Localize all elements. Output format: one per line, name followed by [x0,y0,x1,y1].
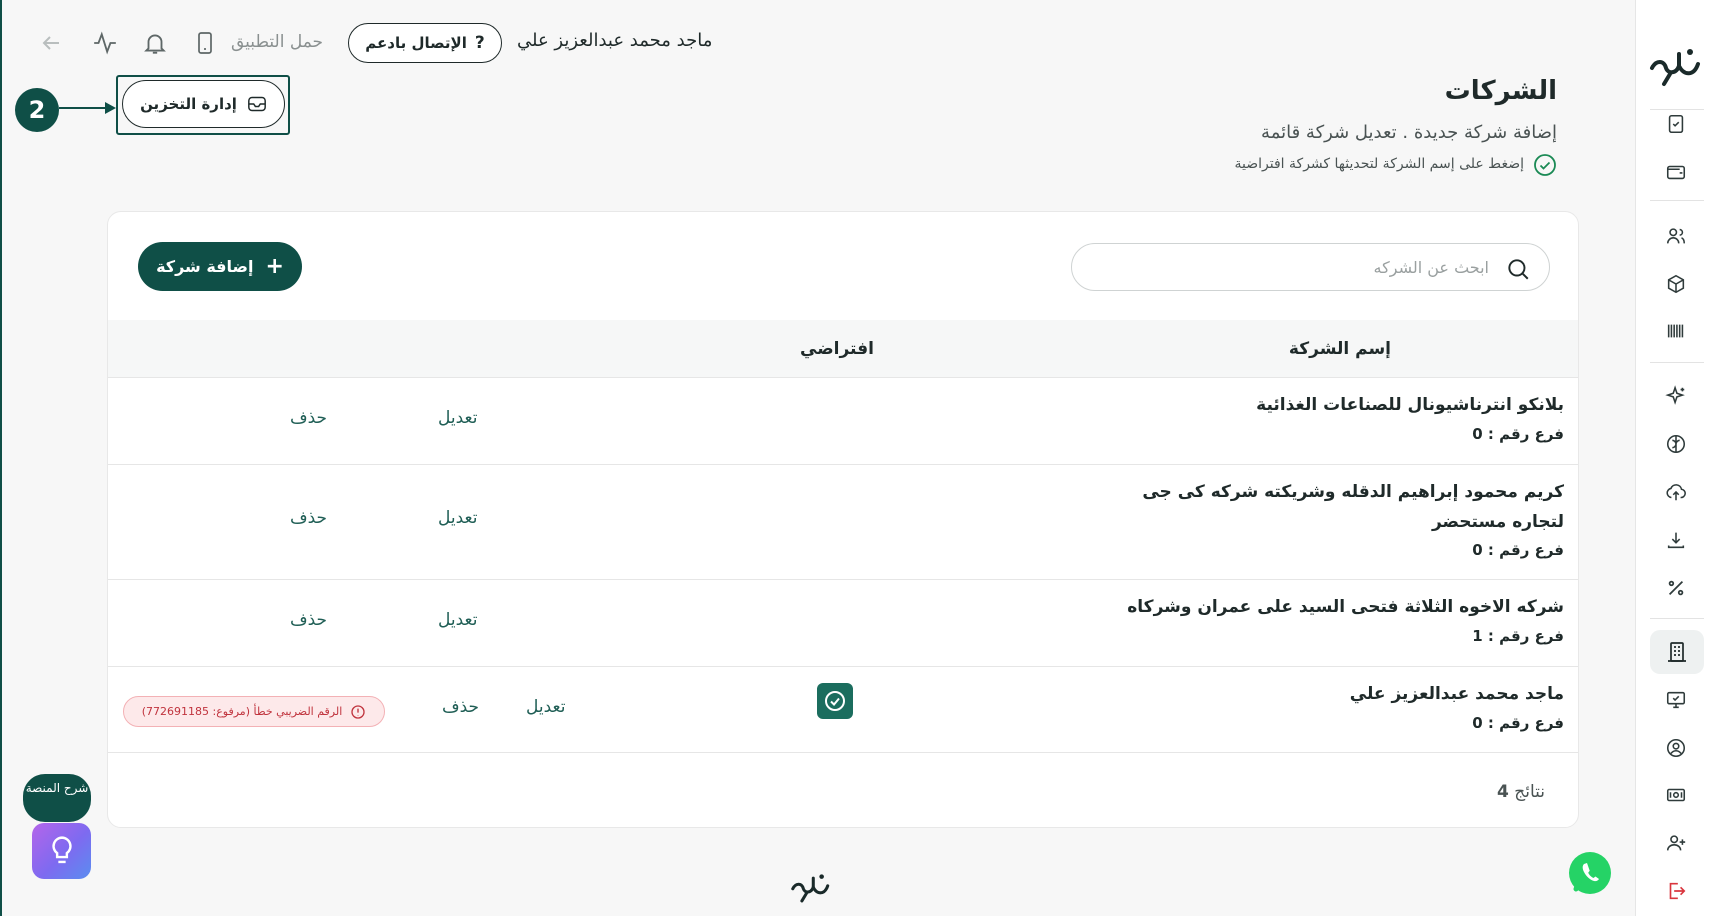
branch-number: فرع رقم : 0 [1472,425,1564,443]
user-plus-icon[interactable] [1660,827,1692,859]
edit-link[interactable]: تعديل [438,610,477,630]
sidebar-divider [1650,618,1704,619]
companies-card: إضافة شركة + إسم الشركة افتراضي بلانكو ا… [107,211,1579,828]
percent-icon[interactable] [1660,572,1692,604]
platform-explain-bubble[interactable]: شرح المنصة [23,774,91,822]
app-frame: حمل التطبيق الإتصال بادعم ? ماجد محمد عب… [0,0,1717,916]
question-mark-icon: ? [474,33,485,53]
results-number: 4 [1497,782,1509,802]
page-hint: إضغط على إسم الشركة لتحديثها كشركة افترا… [1234,156,1524,172]
default-company-check-icon[interactable] [817,683,853,719]
column-header-company-name: إسم الشركة [1288,339,1391,359]
tax-number-error-badge: الرقم الضريبي خطأ (مرفوع: 772691185) [123,696,385,727]
table-row[interactable]: بلانكو انترناشيونال للصناعات الغذائية فر… [108,378,1578,465]
storage-management-button[interactable]: إدارة التخزين [122,80,285,128]
table-row[interactable]: كريم محمود إبراهيم الدقله وشريكته شركه ك… [108,465,1578,580]
delete-link[interactable]: حذف [290,408,327,428]
sidebar-divider [1650,200,1704,201]
step-pointer-arrow-icon [59,102,116,114]
results-count: 4 نتائج [1497,782,1545,802]
branch-number: فرع رقم : 0 [1472,541,1564,559]
activity-icon[interactable] [90,28,120,58]
footer-brand-logo [791,874,830,903]
download-icon[interactable] [1660,524,1692,556]
cloud-upload-icon[interactable] [1660,476,1692,508]
company-name[interactable]: شركه الاخوه الثلاثة فتحى السيد على عمران… [1127,592,1564,622]
clipboard-check-icon[interactable] [1660,108,1692,140]
page-title: الشركات [1444,76,1557,106]
brand-logo[interactable] [1646,38,1706,88]
sidebar [1635,0,1717,916]
contact-support-button[interactable]: الإتصال بادعم ? [348,23,502,63]
edit-link[interactable]: تعديل [526,697,565,717]
add-company-label: إضافة شركة [156,257,254,276]
storage-management-label: إدارة التخزين [140,95,237,113]
current-user-name: ماجد محمد عبدالعزيز علي [517,30,713,51]
support-button-label: الإتصال بادعم [365,34,467,52]
tax-number-error-text: الرقم الضريبي خطأ (مرفوع: 772691185) [141,705,343,718]
inbox-icon [248,96,266,112]
company-name[interactable]: ماجد محمد عبدالعزيز علي [1350,679,1564,709]
sidebar-divider [1650,362,1704,363]
building-icon[interactable] [1650,630,1704,674]
mobile-phone-icon[interactable] [190,28,220,58]
add-company-button[interactable]: إضافة شركة + [138,242,302,291]
search-input[interactable] [1092,254,1489,280]
monitor-icon[interactable] [1660,684,1692,716]
logout-icon[interactable] [1660,875,1692,907]
column-header-default: افتراضي [800,339,874,359]
step-number-badge: 2 [15,88,59,132]
company-name[interactable]: كريم محمود إبراهيم الدقله وشريكته شركه ك… [1124,477,1564,537]
table-row[interactable]: ماجد محمد عبدالعزيز علي فرع رقم : 0 تعدي… [108,667,1578,753]
lightbulb-icon [51,836,72,864]
download-app-link[interactable]: حمل التطبيق [231,32,323,52]
search-icon[interactable] [1505,256,1531,282]
cash-icon[interactable] [1660,779,1692,811]
alert-circle-icon [351,704,365,719]
whatsapp-icon[interactable] [1566,849,1614,897]
sparkle-icon[interactable] [1660,380,1692,412]
lightbulb-help-button[interactable] [32,823,91,879]
users-icon[interactable] [1660,220,1692,252]
box-icon[interactable] [1660,268,1692,300]
branch-number: فرع رقم : 1 [1472,627,1564,645]
branch-number: فرع رقم : 0 [1472,714,1564,732]
edit-link[interactable]: تعديل [438,408,477,428]
delete-link[interactable]: حذف [290,610,327,630]
table-header: إسم الشركة افتراضي [108,320,1578,378]
page-subtitle: إضافة شركة جديدة . تعديل شركة قائمة [1261,122,1557,143]
delete-link[interactable]: حذف [442,697,479,717]
user-circle-icon[interactable] [1660,732,1692,764]
company-name[interactable]: بلانكو انترناشيونال للصناعات الغذائية [1256,390,1564,420]
check-circle-icon [1534,154,1556,176]
back-arrow-icon[interactable] [36,28,66,58]
edit-link[interactable]: تعديل [438,508,477,528]
barcode-icon[interactable] [1660,315,1692,347]
brain-icon[interactable] [1660,428,1692,460]
bell-icon[interactable] [140,28,170,58]
plus-icon: + [265,253,284,279]
results-label: نتائج [1514,782,1545,802]
wallet-icon[interactable] [1660,156,1692,188]
delete-link[interactable]: حذف [290,508,327,528]
search-box [1071,243,1550,291]
table-row[interactable]: شركه الاخوه الثلاثة فتحى السيد على عمران… [108,580,1578,667]
